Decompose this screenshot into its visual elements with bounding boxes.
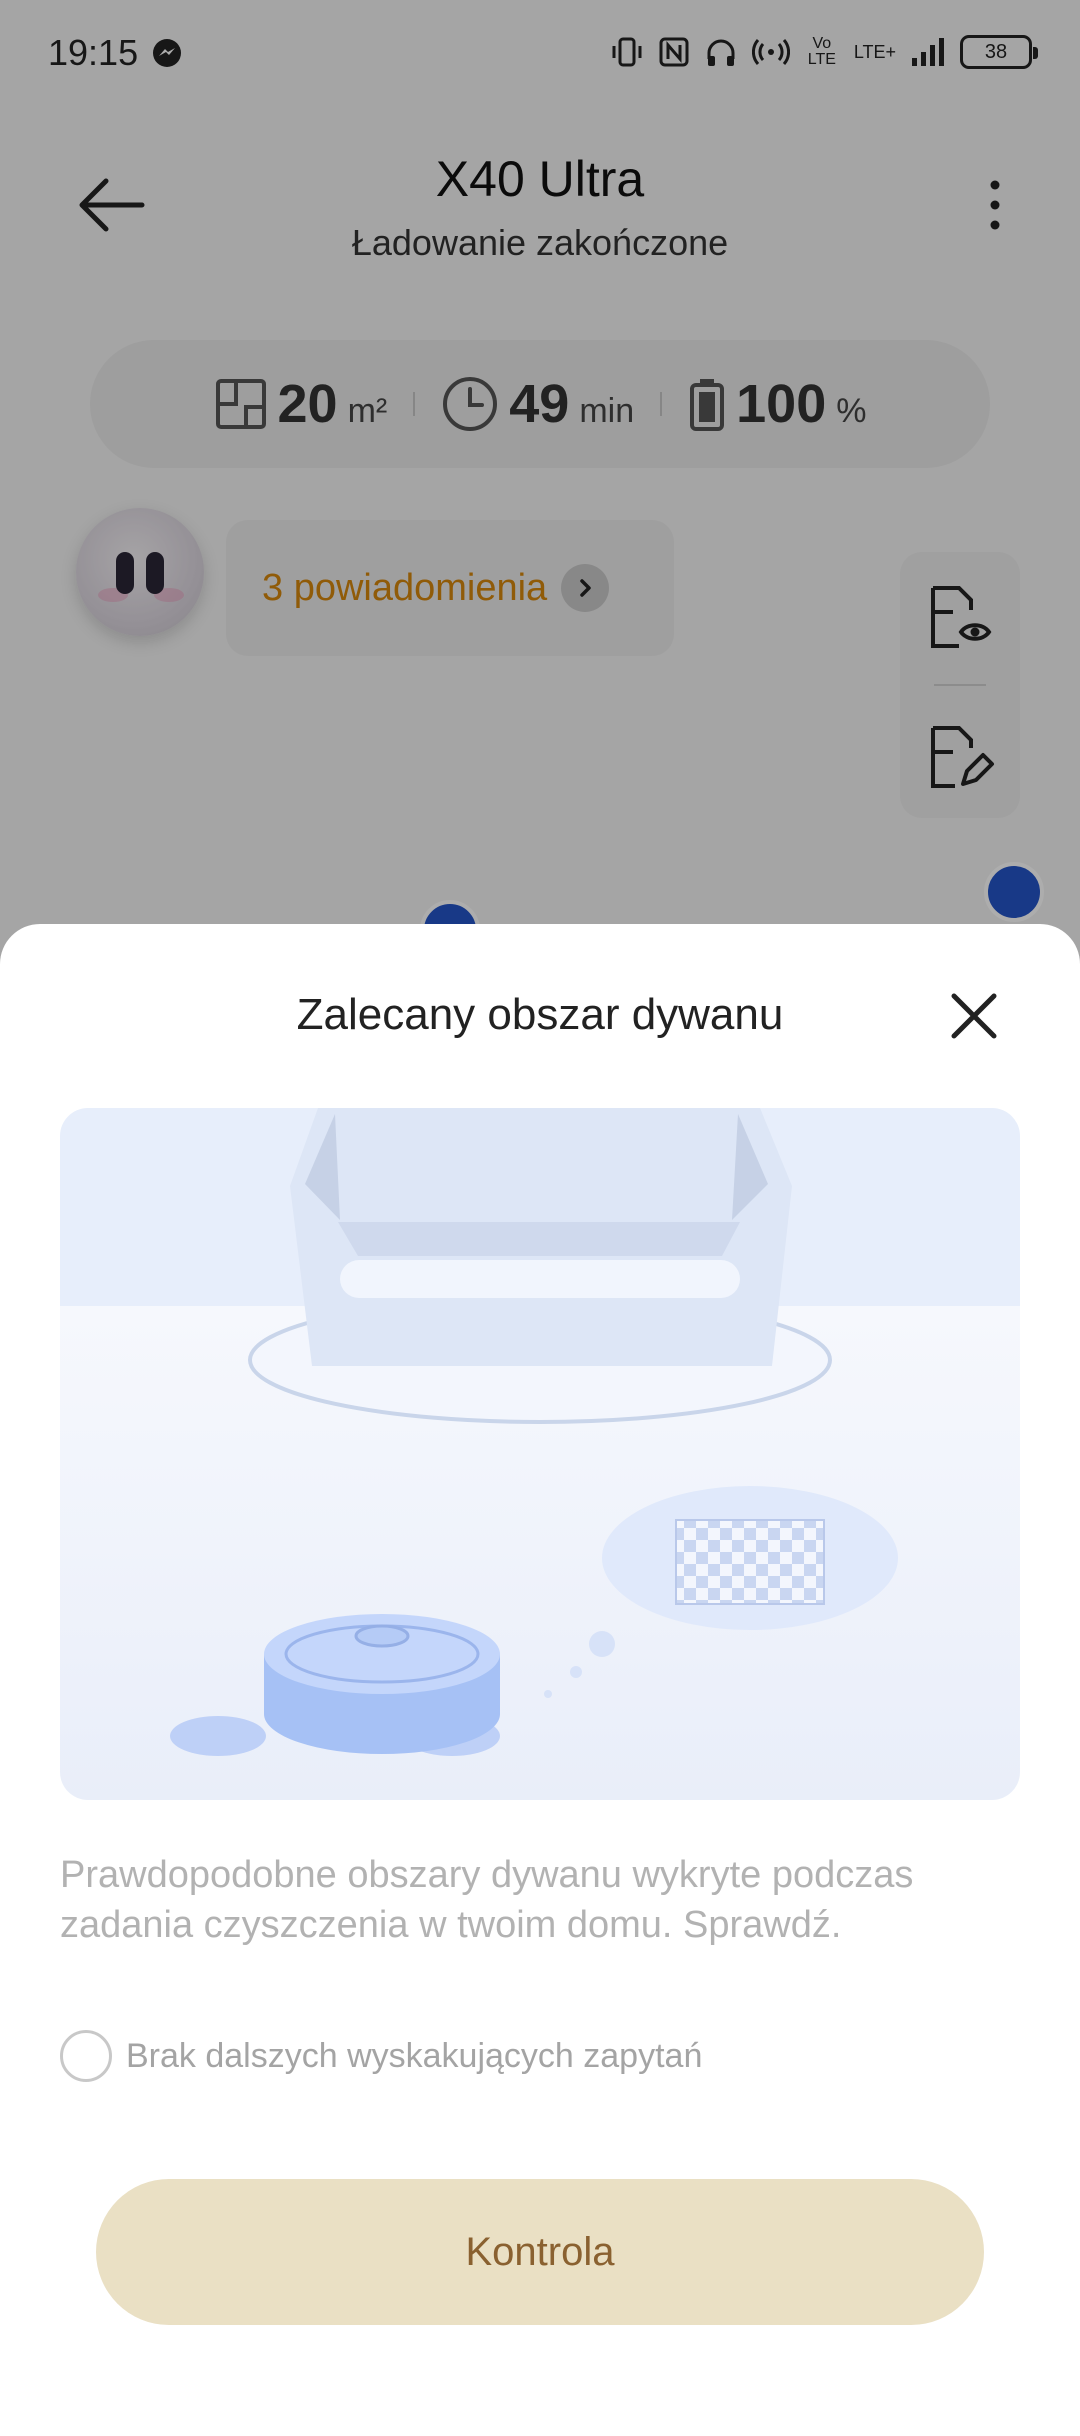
carpet-area-dialog: Zalecany obszar dywanu Prawdopodobne obs… [0,924,1080,2436]
dialog-title: Zalecany obszar dywanu [296,990,784,1039]
dont-show-again-label: Brak dalszych wyskakujących zapytań [126,2036,703,2075]
check-button[interactable]: Kontrola [96,2179,984,2325]
dont-show-again-radio[interactable] [60,2030,112,2082]
carpet-illustration [60,1108,1020,1800]
dialog-description: Prawdopodobne obszary dywanu wykryte pod… [60,1854,914,1946]
close-button[interactable] [946,988,1002,1044]
dont-show-again-option[interactable]: Brak dalszych wyskakujących zapytań [60,2030,702,2082]
